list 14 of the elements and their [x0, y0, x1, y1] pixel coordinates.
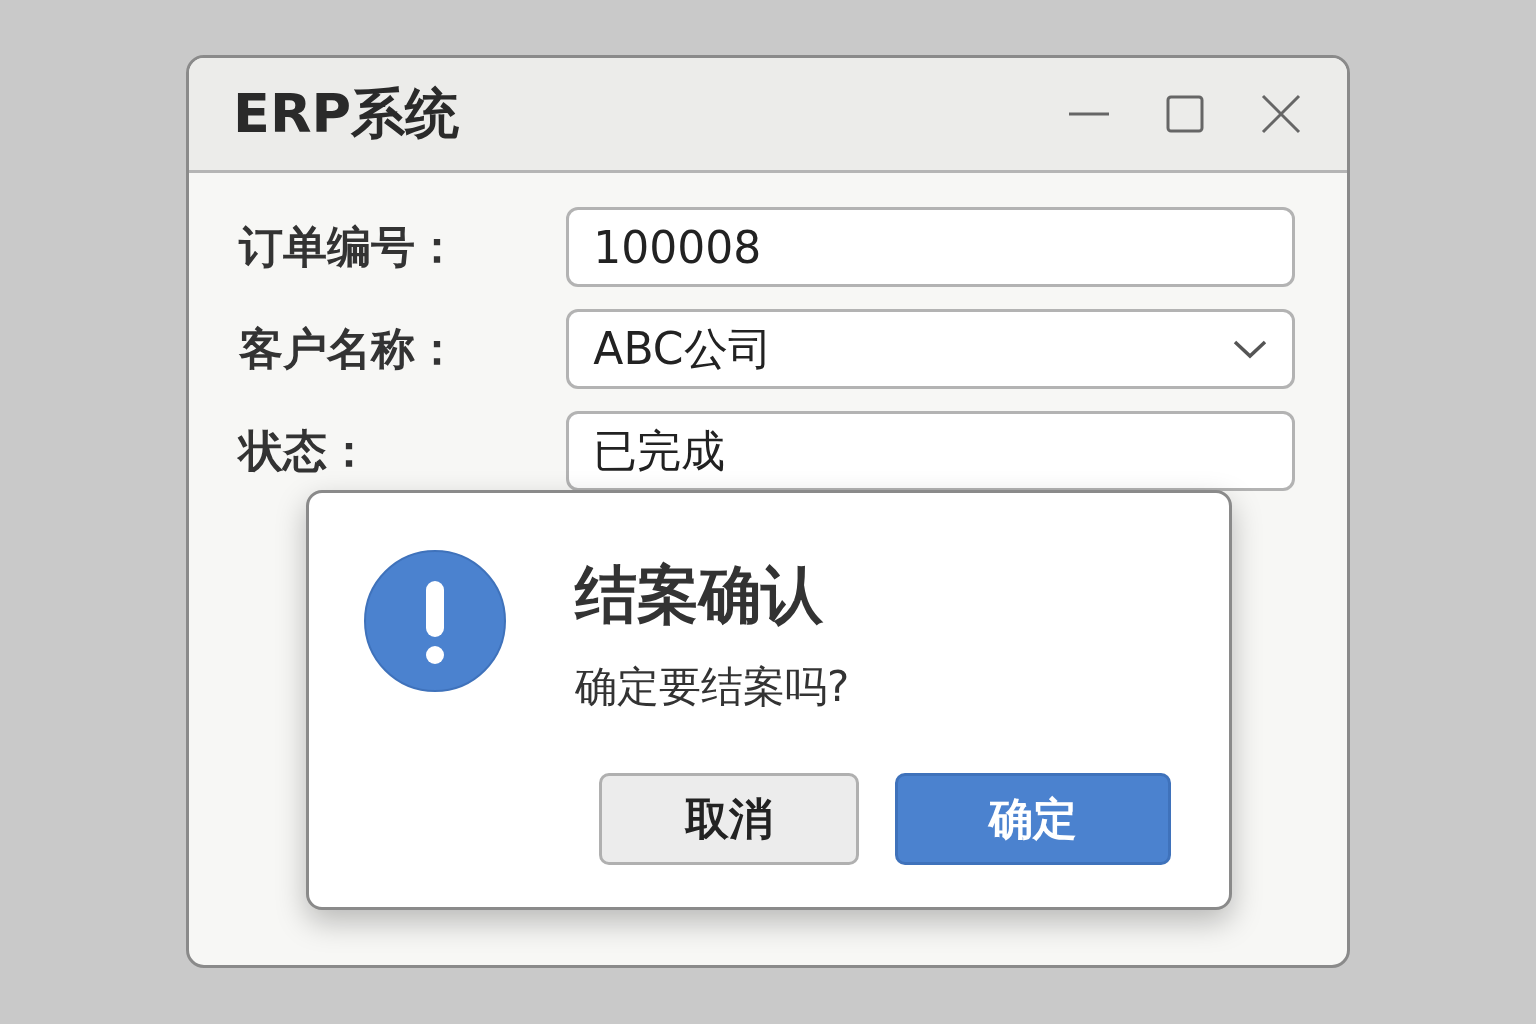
cancel-button[interactable]: 取消 — [599, 773, 859, 865]
dialog-message: 确定要结案吗? — [575, 661, 851, 713]
dropdown-field[interactable]: ABC公司 — [566, 309, 1295, 389]
input-field[interactable]: 100008 — [566, 207, 1295, 287]
confirm-button[interactable]: 确定 — [895, 773, 1171, 865]
field-label: 状态： — [239, 423, 372, 478]
chevron-down-icon — [1232, 338, 1268, 360]
dialog-title: 结案确认 — [575, 557, 824, 633]
window-title: ERP系统 — [233, 80, 460, 147]
close-icon[interactable] — [1259, 92, 1303, 136]
exclamation-icon — [363, 549, 507, 693]
input-field[interactable]: 已完成 — [566, 411, 1295, 491]
field-label: 订单编号： — [239, 219, 460, 274]
field-label: 客户名称： — [239, 321, 460, 376]
